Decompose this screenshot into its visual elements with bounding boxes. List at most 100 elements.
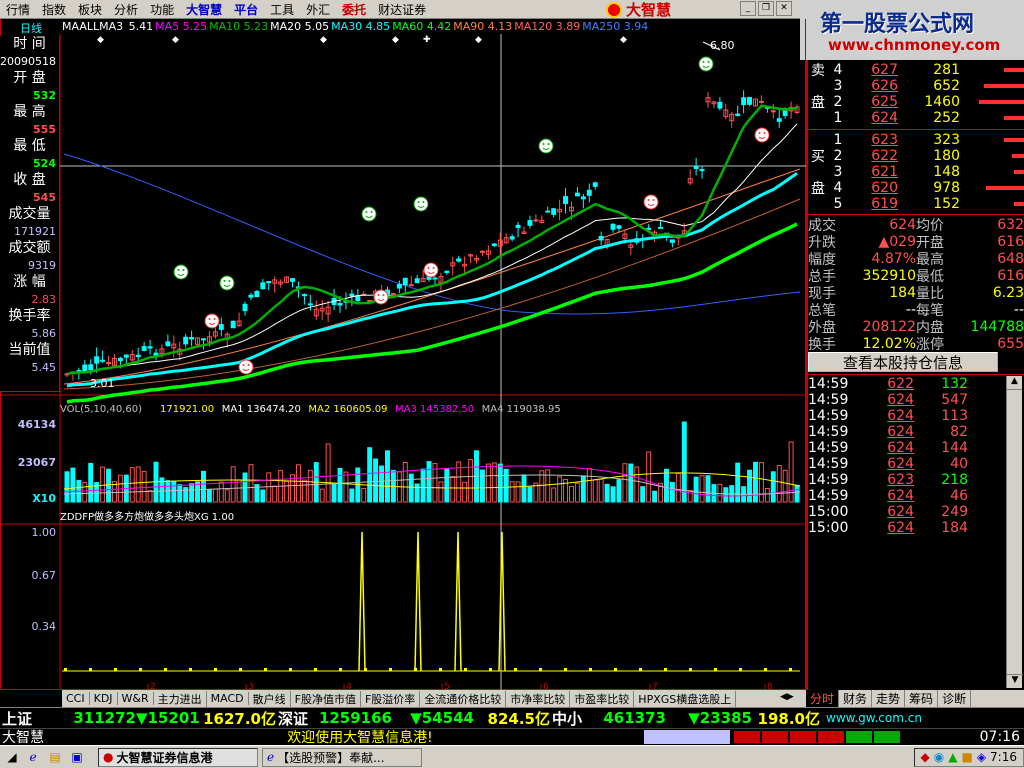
signal-faces: ◆ ◆ ◆ ◆ ✚ ◆ ◆ xyxy=(97,35,770,375)
logo-text: 大智慧 xyxy=(626,1,672,19)
x-tick-label: 4 xyxy=(346,682,352,690)
tray-icon-2[interactable]: ◉ xyxy=(934,750,944,764)
zx-label[interactable]: 中小 xyxy=(550,708,586,729)
menu-item-1[interactable]: 指数 xyxy=(36,1,72,18)
ma60-line xyxy=(66,222,798,404)
site-banner: 第一股票公式网 www.chnmoney.com xyxy=(800,0,1024,60)
app-logo: 大智慧 xyxy=(606,0,726,19)
tick-row: 14:59 624 40 xyxy=(808,456,968,472)
menu-item-0[interactable]: 行情 xyxy=(0,1,36,18)
window-controls: _ ❐ ✕ xyxy=(740,1,792,16)
quicklaunch-folder-icon[interactable]: ▤ xyxy=(44,748,66,767)
tray-icon-3[interactable]: ▲ xyxy=(948,750,957,764)
menu-item-2[interactable]: 板块 xyxy=(72,1,108,18)
tick-row: 15:00 624 249 xyxy=(808,504,968,520)
ma-legend-ma10: MA10 5.23 xyxy=(209,20,269,33)
quicklaunch-desktop-icon[interactable]: ▣ xyxy=(66,748,88,767)
vol-legend-ma1: MA1 136474.20 xyxy=(222,404,301,415)
quote-summary: 成交 624 均价 632 升跌 ▲029 开盘 616 幅度 4.87% 最高 648 总手 35291… xyxy=(808,216,1024,353)
tab-scroll-left-icon[interactable]: ◀ xyxy=(780,692,787,706)
indicator-tab-1[interactable]: KDJ xyxy=(90,692,118,705)
indicator-tab-5[interactable]: 散户线 xyxy=(249,690,291,707)
x-tick-label: 5 xyxy=(444,682,450,690)
tick-row: 14:59 624 46 xyxy=(808,488,968,504)
indicator-tab-7[interactable]: F股溢价率 xyxy=(361,690,421,707)
menu-item-7[interactable]: 工具 xyxy=(264,1,300,18)
taskbar-app-dzh[interactable]: ● 大智慧证券信息港 xyxy=(98,747,258,767)
menu-item-5[interactable]: 大智慧 xyxy=(180,1,228,18)
close-button[interactable]: ✕ xyxy=(776,1,792,16)
tab-scroll-right-icon[interactable]: ▶ xyxy=(787,692,794,706)
right-tab-2[interactable]: 走势 xyxy=(872,690,906,707)
buy-signal-face-icon xyxy=(373,289,389,305)
x-tick-label: 8 xyxy=(767,682,773,690)
buy-signal-face-icon xyxy=(754,127,770,143)
buy-level-4[interactable]: 盘 4 620 978 xyxy=(808,180,1024,197)
tray-icon-1[interactable]: ◆ xyxy=(921,750,930,764)
signal-spikes xyxy=(62,531,800,672)
sz-volume: 1259166 xyxy=(318,709,392,727)
indicator-tab-8[interactable]: 全流通价格比较 xyxy=(420,690,507,707)
ma30-line xyxy=(66,172,798,388)
taskbar-app-forum[interactable]: ℯ 【选股预警】奉献... xyxy=(262,747,422,767)
buy-signal-face-icon xyxy=(204,313,220,329)
quote-row-chg: 升跌 ▲029 开盘 616 xyxy=(808,233,1024,251)
tray-icon-4[interactable]: ■ xyxy=(961,750,972,764)
buy-level-1[interactable]: 1 623 323 xyxy=(808,132,1024,148)
sell-level-3[interactable]: 3 626 652 xyxy=(808,78,1024,94)
indicator-tab-10[interactable]: 市盈率比较 xyxy=(570,690,635,707)
buy-level-3[interactable]: 3 621 148 xyxy=(808,164,1024,180)
indicator-tab-2[interactable]: W&R xyxy=(118,692,154,705)
right-tab-1[interactable]: 财务 xyxy=(839,690,873,707)
status-app-name: 大智慧 xyxy=(2,730,44,746)
right-panel-tabs: 分时 财务 走势 筹码 诊断 xyxy=(806,690,1024,707)
menu-item-9[interactable]: 委托 xyxy=(336,1,372,18)
scroll-down-icon[interactable]: ▼ xyxy=(1007,674,1023,688)
period-label[interactable]: 日线 xyxy=(2,20,60,35)
menu-item-6[interactable]: 平台 xyxy=(228,1,264,18)
indicator-tab-0[interactable]: CCI xyxy=(62,692,90,705)
vol-legend-vol: 171921.00 xyxy=(160,404,214,415)
sh-label[interactable]: 上证 xyxy=(0,707,58,729)
tick-scrollbar[interactable]: ▲ ▼ xyxy=(1006,376,1023,688)
holdings-button[interactable]: 查看本股持仓信息 xyxy=(808,352,998,372)
right-tab-0[interactable]: 分时 xyxy=(806,690,840,707)
vol-legend: 171921.00 MA1 136474.20 MA2 160605.09 MA3 1… xyxy=(160,404,561,415)
index-ticker: 上证 311272 ▼15201 1627.0亿 深证 1259166 ▼545… xyxy=(0,707,1024,729)
tick-row: 14:59 624 82 xyxy=(808,424,968,440)
start-icon[interactable]: ◢ xyxy=(2,748,22,767)
indicator-tab-9[interactable]: 市净率比较 xyxy=(506,690,571,707)
indicator-tab-4[interactable]: MACD xyxy=(207,692,249,705)
indicator-tab-3[interactable]: 主力进出 xyxy=(154,690,207,707)
menu-item-3[interactable]: 分析 xyxy=(108,1,144,18)
kline-chart[interactable]: ◆ ◆ ◆ ◆ ✚ ◆ ◆ 6.80 3.01 VOL(5,10,40,60) 171921… xyxy=(0,34,806,690)
restore-button[interactable]: ❐ xyxy=(758,1,774,16)
tick-list: 14:59 622 132 14:59 624 547 14:59 624 113 14:59 62… xyxy=(806,376,1006,536)
right-tab-4[interactable]: 诊断 xyxy=(938,690,972,707)
sz-label[interactable]: 深证 xyxy=(276,708,314,729)
quicklaunch-ie-icon[interactable]: ℯ xyxy=(22,748,44,767)
buy-level-5[interactable]: 5 619 152 xyxy=(808,196,1024,212)
quote-row-turn: 换手 12.02% 涨停 655 xyxy=(808,335,1024,353)
sell-level-4[interactable]: 卖 4 627 281 xyxy=(808,62,1024,79)
minimize-button[interactable]: _ xyxy=(740,1,756,16)
svg-text:◆: ◆ xyxy=(172,35,179,45)
status-url[interactable]: www.gw.com.cn xyxy=(820,711,930,725)
right-tab-3[interactable]: 筹码 xyxy=(905,690,939,707)
scroll-up-icon[interactable]: ▲ xyxy=(1007,376,1022,390)
tray-icon-5[interactable]: ◈ xyxy=(977,750,986,764)
sell-signal-face-icon xyxy=(361,206,377,222)
buy-level-2[interactable]: 买 2 622 180 xyxy=(808,148,1024,165)
menu-item-8[interactable]: 外汇 xyxy=(300,1,336,18)
indicator-tab-6[interactable]: F股净值市值 xyxy=(291,690,361,707)
tick-row: 14:59 624 547 xyxy=(808,392,968,408)
tick-row: 14:59 622 132 xyxy=(808,376,968,392)
menu-item-4[interactable]: 功能 xyxy=(144,1,180,18)
indicator-tab-11[interactable]: HPXGS横盘选股上 xyxy=(634,690,737,707)
quote-row-outer: 外盘 208122 内盘 144788 xyxy=(808,318,1024,336)
menu-item-10[interactable]: 财达证券 xyxy=(372,1,432,18)
sell-level-1[interactable]: 1 624 252 xyxy=(808,110,1024,126)
tab-scroll[interactable]: ◀ ▶ xyxy=(780,692,804,706)
sell-level-2[interactable]: 盘 2 625 1460 xyxy=(808,94,1024,111)
vol-ylabel-mid: 23067 xyxy=(18,456,56,469)
